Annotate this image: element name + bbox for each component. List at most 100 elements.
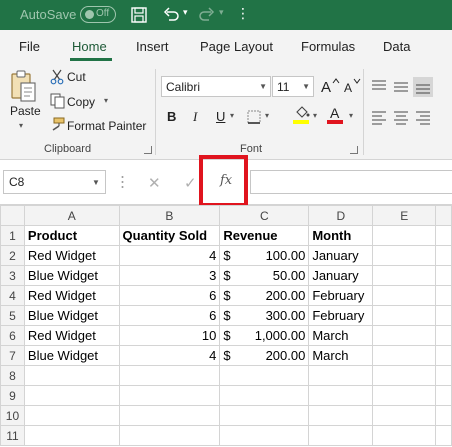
tab-formulas[interactable]: Formulas	[301, 39, 355, 54]
cell[interactable]: 6	[118, 285, 221, 306]
paste-dropdown-icon[interactable]: ▾	[19, 121, 23, 130]
cell[interactable]	[372, 345, 437, 366]
row-header[interactable]: 7	[0, 345, 25, 366]
cell[interactable]	[219, 405, 310, 426]
redo-dropdown-icon[interactable]: ▾	[219, 7, 224, 18]
cell[interactable]	[372, 225, 437, 246]
cell[interactable]	[219, 365, 310, 386]
cell[interactable]: Product	[23, 225, 120, 246]
row-header[interactable]: 9	[0, 385, 25, 406]
cell[interactable]	[435, 265, 452, 286]
decrease-font-size-icon[interactable]: A	[343, 77, 361, 95]
select-all-corner[interactable]	[0, 205, 25, 226]
name-box[interactable]: C8	[3, 170, 106, 194]
cell[interactable]	[435, 325, 452, 346]
cell[interactable]	[372, 385, 437, 406]
fill-color-dropdown-icon[interactable]: ▾	[313, 111, 317, 120]
cell[interactable]: Red Widget	[23, 245, 120, 266]
cell[interactable]	[118, 365, 221, 386]
row-header[interactable]: 6	[0, 325, 25, 346]
row-header[interactable]: 2	[0, 245, 25, 266]
column-header-b[interactable]: B	[118, 205, 221, 226]
autosave-toggle[interactable]: Off	[80, 6, 116, 23]
font-name-combo[interactable]: Calibri ▼	[161, 76, 271, 97]
cell[interactable]: February	[308, 285, 374, 306]
cell[interactable]: March	[308, 325, 374, 346]
cell[interactable]	[308, 425, 374, 446]
cell[interactable]: 4	[118, 345, 221, 366]
column-header-d[interactable]: D	[308, 205, 374, 226]
cell[interactable]	[308, 385, 374, 406]
italic-button[interactable]: I	[193, 109, 197, 125]
tab-home[interactable]: Home	[72, 39, 107, 54]
cell[interactable]	[435, 365, 452, 386]
borders-dropdown-icon[interactable]: ▾	[265, 111, 269, 120]
tab-data[interactable]: Data	[383, 39, 410, 54]
cell[interactable]: Blue Widget	[23, 345, 120, 366]
font-launcher-icon[interactable]	[350, 146, 358, 154]
cell[interactable]: $300.00	[219, 305, 310, 326]
tab-file[interactable]: File	[19, 39, 40, 54]
cell[interactable]	[435, 225, 452, 246]
cell[interactable]: Blue Widget	[23, 265, 120, 286]
cell[interactable]: Red Widget	[23, 285, 120, 306]
cell[interactable]: $1,000.00	[219, 325, 310, 346]
cell[interactable]: $200.00	[219, 285, 310, 306]
borders-icon[interactable]	[246, 109, 264, 125]
cell[interactable]: 10	[118, 325, 221, 346]
cell[interactable]	[23, 385, 120, 406]
copy-dropdown-icon[interactable]: ▾	[104, 96, 108, 105]
cell[interactable]	[372, 365, 437, 386]
redo-icon[interactable]	[196, 4, 218, 26]
row-header[interactable]: 10	[0, 405, 25, 426]
cell[interactable]: $50.00	[219, 265, 310, 286]
cell[interactable]: January	[308, 245, 374, 266]
cell[interactable]	[372, 305, 437, 326]
customize-toolbar-icon[interactable]: ⋮	[236, 5, 250, 22]
column-header-c[interactable]: C	[219, 205, 310, 226]
row-header[interactable]: 5	[0, 305, 25, 326]
cell[interactable]	[372, 325, 437, 346]
save-icon[interactable]	[128, 4, 150, 26]
cell[interactable]	[219, 385, 310, 406]
row-header[interactable]: 8	[0, 365, 25, 386]
chevron-down-icon[interactable]: ▼	[92, 178, 100, 187]
cell[interactable]: January	[308, 265, 374, 286]
cell[interactable]: $200.00	[219, 345, 310, 366]
cell[interactable]	[118, 385, 221, 406]
cell[interactable]	[435, 425, 452, 446]
row-header[interactable]: 1	[0, 225, 25, 246]
underline-button[interactable]: U	[216, 109, 225, 124]
column-header-f[interactable]	[435, 205, 452, 226]
cell[interactable]: 3	[118, 265, 221, 286]
cell[interactable]: Revenue	[219, 225, 310, 246]
cell[interactable]: February	[308, 305, 374, 326]
enter-icon[interactable]: ✓	[184, 174, 197, 192]
cell[interactable]	[435, 405, 452, 426]
cell[interactable]	[372, 245, 437, 266]
cancel-icon[interactable]: ✕	[148, 174, 161, 192]
cell[interactable]: Red Widget	[23, 325, 120, 346]
resize-handle-icon[interactable]	[121, 174, 124, 190]
cell[interactable]	[23, 425, 120, 446]
cell[interactable]	[23, 365, 120, 386]
cell[interactable]	[118, 425, 221, 446]
bold-button[interactable]: B	[167, 109, 176, 124]
undo-dropdown-icon[interactable]: ▾	[183, 7, 188, 18]
clipboard-launcher-icon[interactable]	[144, 146, 152, 154]
cell[interactable]	[23, 405, 120, 426]
cell[interactable]	[308, 365, 374, 386]
font-size-combo[interactable]: 11 ▼	[272, 76, 314, 97]
cell[interactable]	[372, 265, 437, 286]
cell[interactable]: Quantity Sold	[118, 225, 221, 246]
cell[interactable]	[435, 245, 452, 266]
font-color-dropdown-icon[interactable]: ▾	[349, 111, 353, 120]
cell[interactable]	[372, 425, 437, 446]
tab-insert[interactable]: Insert	[136, 39, 169, 54]
cell[interactable]	[118, 405, 221, 426]
row-header[interactable]: 11	[0, 425, 25, 446]
cell[interactable]	[435, 305, 452, 326]
cell[interactable]: 6	[118, 305, 221, 326]
column-header-a[interactable]: A	[23, 205, 120, 226]
formula-input[interactable]	[250, 170, 452, 194]
